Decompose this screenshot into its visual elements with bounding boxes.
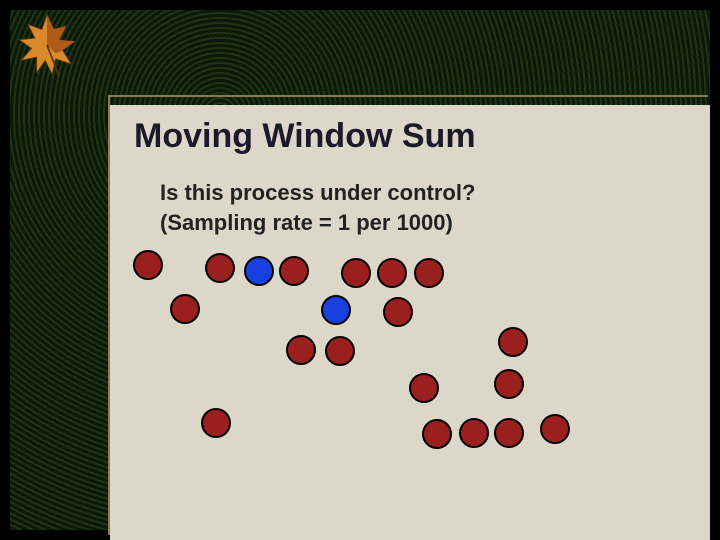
sample-dot-red (325, 336, 355, 366)
sample-dot-red (494, 418, 524, 448)
sample-dot-red (409, 373, 439, 403)
sample-dot-red (540, 414, 570, 444)
sample-dot-red (341, 258, 371, 288)
sample-dot-red (422, 419, 452, 449)
sample-dot-red (205, 253, 235, 283)
slide-frame: Moving Window Sum Is this process under … (10, 10, 710, 530)
sample-dot-red (133, 250, 163, 280)
sample-dot-red (414, 258, 444, 288)
sample-dot-red (494, 369, 524, 399)
sample-dot-red (201, 408, 231, 438)
dot-field (10, 10, 710, 530)
sample-dot-blue (321, 295, 351, 325)
sample-dot-red (498, 327, 528, 357)
sample-dot-red (383, 297, 413, 327)
sample-dot-red (286, 335, 316, 365)
sample-dot-red (170, 294, 200, 324)
sample-dot-red (459, 418, 489, 448)
sample-dot-red (377, 258, 407, 288)
sample-dot-blue (244, 256, 274, 286)
sample-dot-red (279, 256, 309, 286)
